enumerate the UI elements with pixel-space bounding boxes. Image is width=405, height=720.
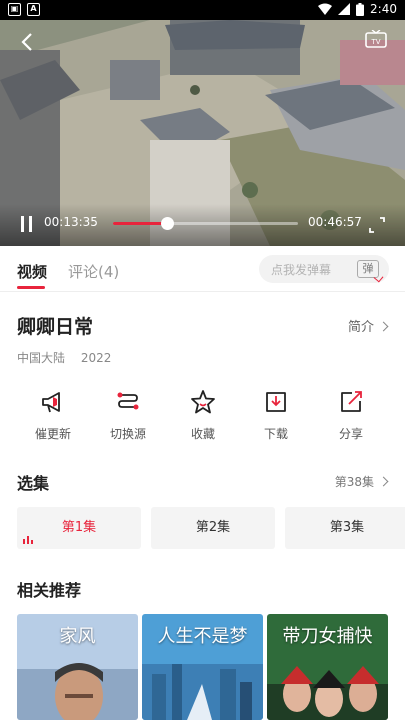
download-label: 下载 — [263, 427, 288, 441]
related-heading: 相关推荐 — [17, 581, 82, 600]
status-time: 2:40 — [370, 2, 397, 16]
favorite-label: 收藏 — [190, 427, 215, 441]
related-card-3[interactable]: 带刀女捕快 — [267, 614, 388, 720]
star-icon — [191, 390, 215, 414]
seek-bar-progress — [113, 222, 167, 225]
episode-2-label: 第2集 — [195, 520, 231, 535]
show-region: 中国大陆 — [17, 351, 66, 365]
related-card-1[interactable]: 家风 — [17, 614, 138, 720]
status-bar: ▣ A 2:40 — [0, 0, 405, 20]
episodes-heading: 选集 — [17, 474, 50, 493]
episodes-more-label: 第38集 — [334, 475, 374, 489]
switch-source-button[interactable]: 切换源 — [93, 388, 163, 448]
megaphone-icon — [42, 392, 60, 413]
intro-label: 简介 — [347, 320, 374, 335]
favorite-button[interactable]: 收藏 — [168, 388, 238, 448]
video-player[interactable]: TV 00:13:35 00:46:57 — [0, 20, 405, 246]
related-card-2[interactable]: 人生不是梦 — [142, 614, 263, 720]
urge-update-label: 催更新 — [34, 427, 71, 441]
show-meta: 中国大陆 2022 — [17, 349, 111, 366]
detail-tabs: 视频 评论(4) 点我发弹幕 弹 — [0, 246, 405, 292]
share-label: 分享 — [338, 427, 363, 441]
signal-icon — [338, 3, 351, 15]
episode-3[interactable]: 第3集 — [285, 507, 405, 549]
danmu-placeholder: 点我发弹幕 — [271, 263, 332, 277]
episode-1-label: 第1集 — [61, 520, 97, 535]
current-time: 00:13:35 — [44, 215, 98, 229]
share-icon — [341, 391, 362, 412]
playing-indicator-icon — [23, 536, 33, 544]
episode-1[interactable]: 第1集 — [17, 507, 141, 549]
download-icon — [266, 392, 286, 412]
episode-2[interactable]: 第2集 — [151, 507, 275, 549]
cast-tv-icon[interactable]: TV — [365, 30, 387, 50]
episodes-more-link[interactable]: 第38集 — [335, 473, 387, 490]
intro-link[interactable]: 简介 — [348, 316, 387, 335]
switch-source-label: 切换源 — [109, 427, 146, 441]
episode-3-label: 第3集 — [329, 520, 365, 535]
player-controls: 00:13:35 00:46:57 — [0, 204, 405, 246]
total-time: 00:46:57 — [308, 215, 362, 229]
download-button[interactable]: 下载 — [241, 388, 311, 448]
poster-2-title: 人生不是梦 — [157, 626, 248, 647]
action-bar: 催更新 切换源 收藏 下载 分享 — [0, 388, 405, 448]
notification-icon: ▣ — [8, 3, 21, 16]
pause-button[interactable] — [20, 216, 34, 232]
back-button[interactable] — [16, 30, 40, 54]
app-notification-icon: A — [27, 3, 40, 16]
share-button[interactable]: 分享 — [316, 388, 386, 448]
active-tab-indicator — [17, 286, 45, 289]
seek-bar-handle[interactable] — [160, 217, 174, 230]
show-year: 2022 — [80, 351, 112, 365]
svg-text:TV: TV — [370, 38, 380, 46]
battery-icon — [356, 2, 365, 16]
switch-source-icon — [117, 392, 139, 410]
poster-3-title: 带刀女捕快 — [282, 626, 373, 647]
fullscreen-icon[interactable] — [369, 217, 385, 233]
danmu-input[interactable]: 点我发弹幕 弹 — [259, 255, 389, 283]
poster-1-title: 家风 — [59, 626, 96, 647]
show-title: 卿卿日常 — [17, 316, 94, 338]
tab-video[interactable]: 视频 — [17, 261, 47, 282]
urge-update-button[interactable]: 催更新 — [18, 388, 88, 448]
seek-bar[interactable] — [113, 217, 298, 230]
danmu-toggle-button[interactable]: 弹 — [357, 260, 379, 278]
tab-comments[interactable]: 评论(4) — [68, 261, 119, 282]
wifi-icon — [318, 3, 333, 15]
